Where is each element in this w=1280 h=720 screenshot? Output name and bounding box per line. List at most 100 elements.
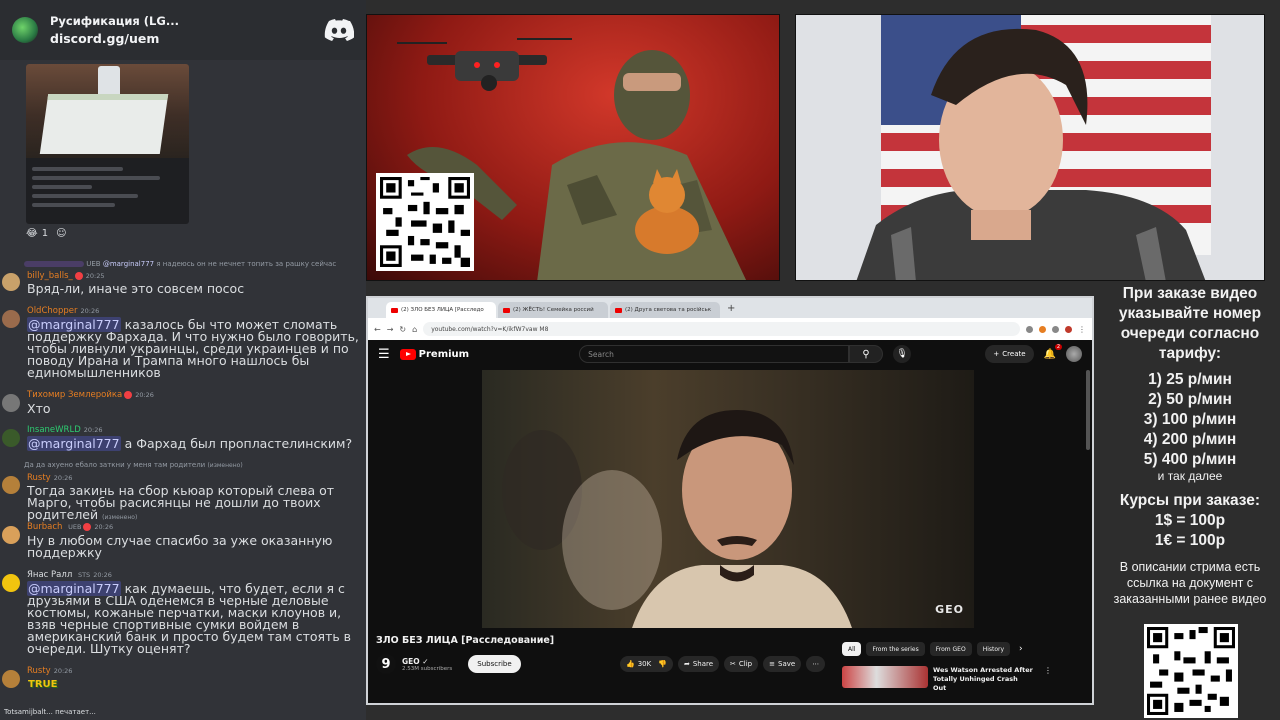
food-box-shape <box>39 94 169 154</box>
channel-avatar[interactable]: 9 <box>376 654 396 674</box>
chevron-right-icon[interactable]: › <box>1019 644 1023 654</box>
chip-history[interactable]: History <box>976 642 1011 656</box>
courses-title: Курсы при заказе: <box>1119 492 1261 509</box>
avatar[interactable] <box>2 670 20 688</box>
server-title: Русификация (LG... <box>50 14 179 28</box>
add-reaction-icon: ☺ <box>56 228 67 239</box>
username[interactable]: Burbach UEB 20:26 <box>27 522 113 532</box>
subscriber-count: 2.53M subscribers <box>402 665 453 672</box>
avatar[interactable] <box>2 574 20 592</box>
username[interactable]: Янас Ралл STS 20:26 <box>27 570 112 580</box>
youtube-play-icon <box>399 348 416 360</box>
more-icon: ⋯ <box>812 660 820 668</box>
username[interactable]: OldChopper 20:26 <box>27 306 99 316</box>
avatar[interactable] <box>2 526 20 544</box>
avatar[interactable] <box>2 310 20 328</box>
invite-link[interactable]: discord.gg/uem <box>50 31 324 46</box>
create-button[interactable]: + Create <box>985 345 1034 363</box>
avatar[interactable] <box>2 273 20 291</box>
reply-preview: Да да ахуено ебало заткни у меня там род… <box>24 461 243 469</box>
username[interactable]: Тихомир Землеройка 20:26 <box>27 390 154 400</box>
forward-icon[interactable]: → <box>387 325 394 334</box>
more-icon[interactable]: ⋮ <box>1044 666 1052 693</box>
chip-all[interactable]: All <box>842 642 862 656</box>
discord-chat-panel: Русификация (LG... discord.gg/uem 😂 1 ☺ … <box>0 0 366 720</box>
mention: @marginal777 <box>27 436 121 451</box>
tariff-item: 3) 100 р/мин <box>1143 411 1237 428</box>
description-note: В описании стрима есть ссылка на докумен… <box>1113 560 1267 606</box>
reaction-laugh[interactable]: 😂 1 <box>26 228 48 239</box>
verified-icon: ✓ <box>422 656 429 666</box>
attached-screenshot[interactable] <box>26 64 189 224</box>
username[interactable]: Rusty 20:26 <box>27 473 72 483</box>
menu-icon[interactable]: ⋮ <box>1078 325 1086 334</box>
notification-count: 2 <box>1054 343 1062 350</box>
username[interactable]: InsaneWRLD 20:26 <box>27 425 102 435</box>
mic-button[interactable]: 🎙 <box>893 345 912 363</box>
page-scrollbar[interactable] <box>1086 370 1090 450</box>
youtube-logo[interactable]: Premium <box>399 348 469 360</box>
plus-icon: + <box>993 350 1000 358</box>
like-button[interactable]: 👍 30K 👎 <box>620 656 673 672</box>
qr-code-side <box>1144 624 1238 718</box>
thumbs-up-icon: 👍 <box>626 660 635 668</box>
message-text: @marginal777 а Фархад был пропластелинск… <box>27 436 353 451</box>
subscribe-button[interactable]: Subscribe <box>468 655 521 673</box>
home-icon[interactable]: ⌂ <box>412 325 417 334</box>
browser-tab[interactable]: (2) ЗЛО БЕЗ ЛИЦА [Расследо <box>386 302 496 318</box>
extension-icon[interactable] <box>1039 325 1046 333</box>
account-avatar[interactable] <box>1066 346 1082 362</box>
webcam-scene <box>796 15 1264 280</box>
new-tab-button[interactable]: + <box>727 303 735 314</box>
save-button[interactable]: ≡ Save <box>763 656 802 672</box>
browser-tab[interactable]: (2) Друга светова та російськ <box>610 302 720 318</box>
reload-icon[interactable]: ↻ <box>399 325 406 334</box>
mic-icon: 🎙 <box>896 349 908 359</box>
drone-shape <box>397 38 572 91</box>
username[interactable]: Rusty 20:26 <box>27 666 72 676</box>
more-button[interactable]: ⋯ <box>806 656 826 672</box>
add-reaction-button[interactable]: ☺ <box>56 228 66 239</box>
rec-thumbnail[interactable] <box>842 666 928 688</box>
attached-ui-lines <box>26 158 189 216</box>
extension-icon[interactable] <box>1026 325 1033 333</box>
browser-window: (2) ЗЛО БЕЗ ЛИЦА [Расследо (2) ЖЁСТЬ! Се… <box>366 296 1094 705</box>
search-button[interactable]: ⚲ <box>849 345 884 363</box>
youtube-favicon-icon <box>615 307 622 313</box>
profile-icon[interactable] <box>1065 325 1072 333</box>
browser-toolbar: ← → ↻ ⌂ youtube.com/watch?v=K/ikfW7vaw M… <box>368 318 1092 340</box>
avatar[interactable] <box>2 394 20 412</box>
back-icon[interactable]: ← <box>374 325 381 334</box>
notifications-button[interactable]: 🔔 2 <box>1044 343 1062 360</box>
reaction-emoji: 😂 <box>26 228 38 239</box>
channel-row: 9 GEO ✓ 2.53M subscribers Subscribe <box>376 654 521 674</box>
username[interactable]: billy_balls_ 20:25 <box>27 271 105 281</box>
video-player[interactable]: GEO <box>482 370 974 628</box>
search-input[interactable]: Search <box>579 345 850 363</box>
video-actions: 👍 30K 👎 ➦ Share ✂ Clip ≡ Save ⋯ <box>620 656 826 672</box>
stream-layout: Русификация (LG... discord.gg/uem 😂 1 ☺ … <box>0 0 1280 720</box>
search-icon: ⚲ <box>862 348 870 360</box>
clip-button[interactable]: ✂ Clip <box>724 656 759 672</box>
address-bar[interactable]: youtube.com/watch?v=K/ikfW7vaw M8 <box>423 322 1020 336</box>
reply-preview: UEB @marginal777 я надеюсь он не нечнет … <box>24 260 336 268</box>
tariff-list: 1) 25 р/мин 2) 50 р/мин 3) 100 р/мин 4) … <box>1100 370 1280 470</box>
avatar[interactable] <box>2 429 20 447</box>
recommended-video[interactable]: Wes Watson Arrested After Totally Unhing… <box>842 666 1052 693</box>
chip-from-series[interactable]: From the series <box>866 642 925 656</box>
browser-tab[interactable]: (2) ЖЁСТЬ! Семейка россий <box>498 302 608 318</box>
message-text: Хто <box>27 401 51 416</box>
badge-icon <box>83 522 92 531</box>
hamburger-icon[interactable]: ☰ <box>378 347 390 362</box>
channel-name[interactable]: GEO ✓ <box>402 657 452 666</box>
avatar[interactable] <box>2 476 20 494</box>
extension-icon[interactable] <box>1052 325 1059 333</box>
etc-note: и так далее <box>1157 469 1223 483</box>
share-button[interactable]: ➦ Share <box>677 656 720 672</box>
video-frame <box>502 410 852 628</box>
rec-title[interactable]: Wes Watson Arrested After Totally Unhing… <box>933 666 1033 693</box>
reactions-row: 😂 1 ☺ <box>26 228 67 239</box>
tab-bar: (2) ЗЛО БЕЗ ЛИЦА [Расследо (2) ЖЁСТЬ! Се… <box>368 298 1092 318</box>
chip-from-geo[interactable]: From GEO <box>929 642 972 656</box>
rate-eur: 1€ = 100р <box>1154 532 1226 549</box>
